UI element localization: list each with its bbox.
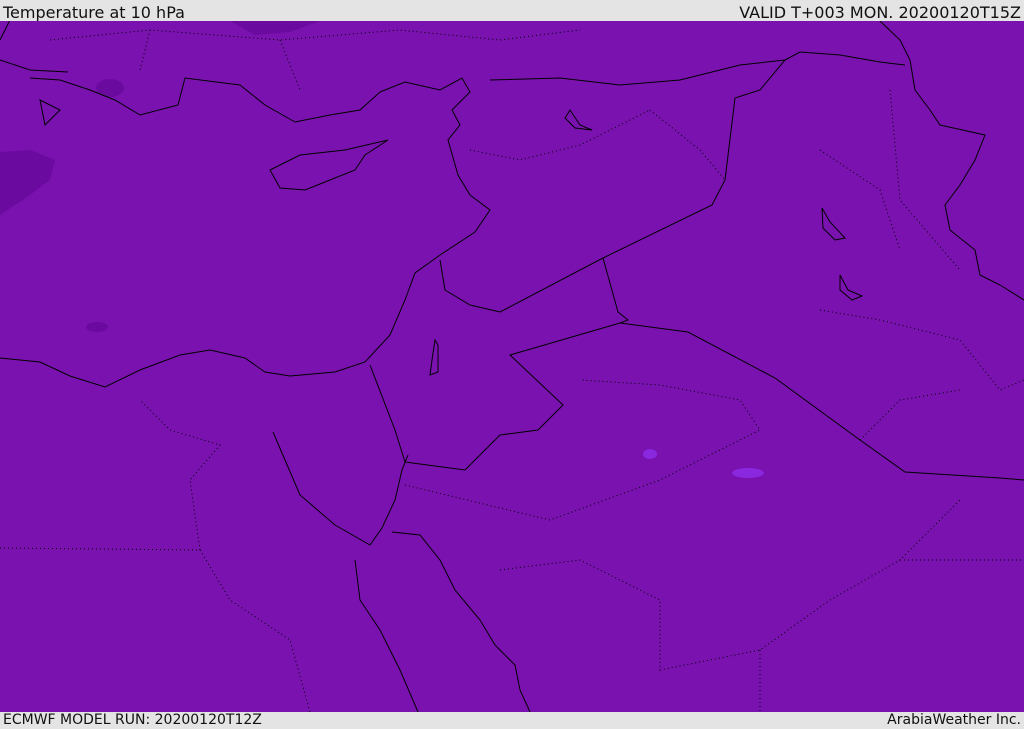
weather-map[interactable] xyxy=(0,21,1024,712)
warm-patch xyxy=(732,468,764,478)
map-title: Temperature at 10 hPa xyxy=(3,3,185,22)
valid-time: VALID T+003 MON. 20200120T15Z xyxy=(739,3,1021,22)
credit: ArabiaWeather Inc. xyxy=(887,712,1021,728)
temperature-field xyxy=(0,21,1024,712)
header-bar: Temperature at 10 hPa VALID T+003 MON. 2… xyxy=(0,0,1024,22)
warm-patch xyxy=(643,449,657,459)
model-run: ECMWF MODEL RUN: 20200120T12Z xyxy=(3,712,262,728)
footer-bar: ECMWF MODEL RUN: 20200120T12Z ArabiaWeat… xyxy=(0,712,1024,729)
cold-patch xyxy=(86,322,108,332)
